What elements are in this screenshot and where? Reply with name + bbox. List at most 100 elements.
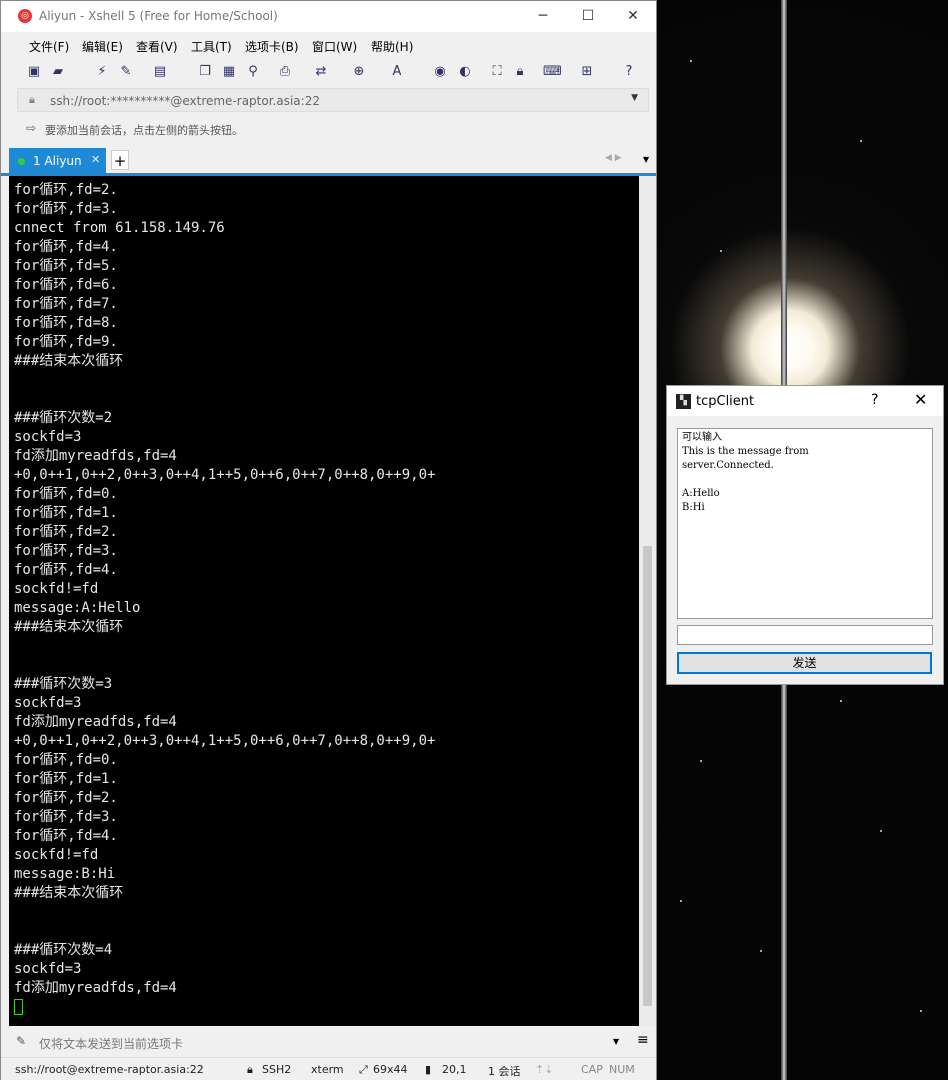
- terminal-line: for循环,fd=3.: [14, 809, 118, 825]
- help-icon[interactable]: ?: [620, 63, 638, 81]
- close-icon[interactable]: ✕: [621, 5, 645, 27]
- toolbar: ▣ ▰ ⚡ ✎ ▤ ❐ ▦ ⚲ ⎙ ⇄ ⊕ A ◉ ◐ ⛶ 🔒︎ ⌨ ⊞ ?: [1, 58, 656, 86]
- properties-icon[interactable]: ▤: [151, 63, 169, 81]
- menu-edit[interactable]: 编辑(E): [82, 38, 123, 55]
- terminal-line: ###循环次数=2: [14, 410, 113, 426]
- terminal-line: ###循环次数=3: [14, 676, 113, 692]
- send-input[interactable]: 仅将文本发送到当前选项卡: [39, 1035, 183, 1052]
- status-cap: CAP: [581, 1063, 603, 1076]
- font-icon[interactable]: A: [388, 63, 406, 81]
- info-text: 要添加当前会话，点击左侧的箭头按钮。: [45, 124, 243, 137]
- terminal-line: for循环,fd=9.: [14, 334, 118, 350]
- title-bar[interactable]: ◎ Aliyun - Xshell 5 (Free for Home/Schoo…: [1, 1, 656, 32]
- scrollbar-thumb[interactable]: [643, 546, 652, 1006]
- add-tab-button[interactable]: +: [111, 150, 129, 170]
- xftp-icon[interactable]: ◉: [431, 63, 449, 81]
- message-input[interactable]: [677, 625, 933, 645]
- message-line: [682, 473, 928, 487]
- vertical-scrollbar[interactable]: [639, 176, 656, 1026]
- status-position: 20,1: [442, 1063, 467, 1076]
- terminal-line: for循环,fd=3.: [14, 201, 118, 217]
- terminal-line: message:B:Hi: [14, 866, 116, 882]
- star: [840, 700, 842, 702]
- message-line: B:Hi: [682, 502, 705, 513]
- close-button[interactable]: ✕: [914, 390, 927, 409]
- tab-aliyun[interactable]: 1 Aliyun ✕: [9, 148, 106, 174]
- tab-nav-arrows-icon[interactable]: ◀ ▶: [605, 153, 622, 163]
- chevron-down-icon[interactable]: ▼: [643, 155, 649, 164]
- message-log[interactable]: 可以输入 This is the message from server.Conne…: [677, 428, 933, 619]
- lock-icon: 🔒︎: [247, 1063, 253, 1076]
- star: [920, 1010, 922, 1012]
- status-term: xterm: [311, 1063, 344, 1076]
- menu-view[interactable]: 查看(V): [136, 38, 178, 55]
- chevron-down-icon[interactable]: ▼: [631, 93, 638, 103]
- terminal-line: for循环,fd=4.: [14, 828, 118, 844]
- terminal-line: for循环,fd=1.: [14, 771, 118, 787]
- star: [720, 250, 722, 252]
- dialog-title-bar[interactable]: ▚ tcpClient ? ✕: [667, 386, 943, 416]
- star: [880, 830, 882, 832]
- terminal-line: ###结束本次循环: [14, 619, 124, 635]
- terminal-line: sockfd=3: [14, 695, 82, 711]
- copy-icon[interactable]: ❐: [196, 63, 214, 81]
- star: [760, 950, 762, 952]
- menu-tabs[interactable]: 选项卡(B): [245, 38, 299, 55]
- terminal-line: for循环,fd=7.: [14, 296, 118, 312]
- terminal[interactable]: for循环,fd=2. for循环,fd=3. cnnect from 61.158…: [9, 176, 639, 1026]
- address-bar[interactable]: 🔒︎ ssh://root:**********@extreme-raptor.…: [17, 88, 649, 112]
- terminal-line: fd添加myreadfds,fd=4: [14, 448, 177, 464]
- globe-icon[interactable]: ⊕: [350, 63, 368, 81]
- menu-window[interactable]: 窗口(W): [312, 38, 357, 55]
- keyboard-icon[interactable]: ⌨: [543, 63, 562, 81]
- status-protocol: SSH2: [262, 1063, 292, 1076]
- tab-label: 1 Aliyun: [33, 154, 82, 168]
- menu-help[interactable]: 帮助(H): [371, 38, 413, 55]
- minimize-icon[interactable]: ─: [531, 5, 555, 27]
- maximize-icon[interactable]: ☐: [576, 5, 600, 27]
- terminal-line: for循环,fd=0.: [14, 486, 118, 502]
- paste-icon[interactable]: ▦: [220, 63, 238, 81]
- message-line: This is the message from: [682, 446, 809, 457]
- tcpclient-dialog: ▚ tcpClient ? ✕ 可以输入 This is the message …: [666, 385, 944, 685]
- terminal-line: for循环,fd=4.: [14, 239, 118, 255]
- address-input[interactable]: ssh://root:**********@extreme-raptor.asi…: [50, 94, 320, 108]
- arrow-icon[interactable]: ⇨: [26, 121, 36, 135]
- edit-icon: ✎: [16, 1034, 27, 1048]
- terminal-line: sockfd=3: [14, 429, 82, 445]
- app-icon: ▚: [676, 394, 691, 409]
- find-icon[interactable]: ⚲: [244, 63, 262, 81]
- fullscreen-icon[interactable]: ⛶: [488, 63, 506, 81]
- send-button[interactable]: 发送: [677, 652, 932, 674]
- terminal-line: fd添加myreadfds,fd=4: [14, 980, 177, 996]
- new-session-icon[interactable]: ▣: [25, 63, 43, 81]
- open-folder-icon[interactable]: ▰: [49, 63, 67, 81]
- status-bar: ssh://root@extreme-raptor.asia:22 🔒︎ SSH…: [1, 1057, 656, 1080]
- close-icon[interactable]: ✕: [91, 153, 100, 166]
- menu-file[interactable]: 文件(F): [29, 38, 69, 55]
- chevron-down-icon[interactable]: ▼: [613, 1037, 619, 1046]
- terminal-line: cnnect from 61.158.149.76: [14, 220, 225, 236]
- terminal-line: sockfd!=fd: [14, 847, 99, 863]
- menu-tools[interactable]: 工具(T): [191, 38, 232, 55]
- xshell-logo-icon: ◎: [18, 9, 32, 23]
- help-button[interactable]: ?: [871, 392, 878, 408]
- menu-icon[interactable]: ≡: [637, 1032, 649, 1048]
- disconnect-icon[interactable]: ✎: [117, 63, 135, 81]
- lock-icon[interactable]: 🔒︎: [511, 63, 529, 81]
- connect-icon[interactable]: ⚡: [93, 63, 111, 81]
- terminal-line: ###结束本次循环: [14, 885, 124, 901]
- tab-bar: 1 Aliyun ✕ + ◀ ▶ ▼: [1, 147, 656, 174]
- message-line: server.Connected.: [682, 460, 774, 471]
- transfer-icon[interactable]: ⇄: [312, 63, 330, 81]
- print-icon[interactable]: ⎙: [276, 63, 294, 81]
- status-connection: ssh://root@extreme-raptor.asia:22: [15, 1063, 204, 1076]
- xmanager-icon[interactable]: ◐: [456, 63, 474, 81]
- add-icon[interactable]: ⊞: [578, 63, 596, 81]
- terminal-line: for循环,fd=8.: [14, 315, 118, 331]
- info-bar: ⇨ 要添加当前会话，点击左侧的箭头按钮。: [17, 117, 649, 141]
- arrows-icon: ⇡⇣: [535, 1063, 554, 1076]
